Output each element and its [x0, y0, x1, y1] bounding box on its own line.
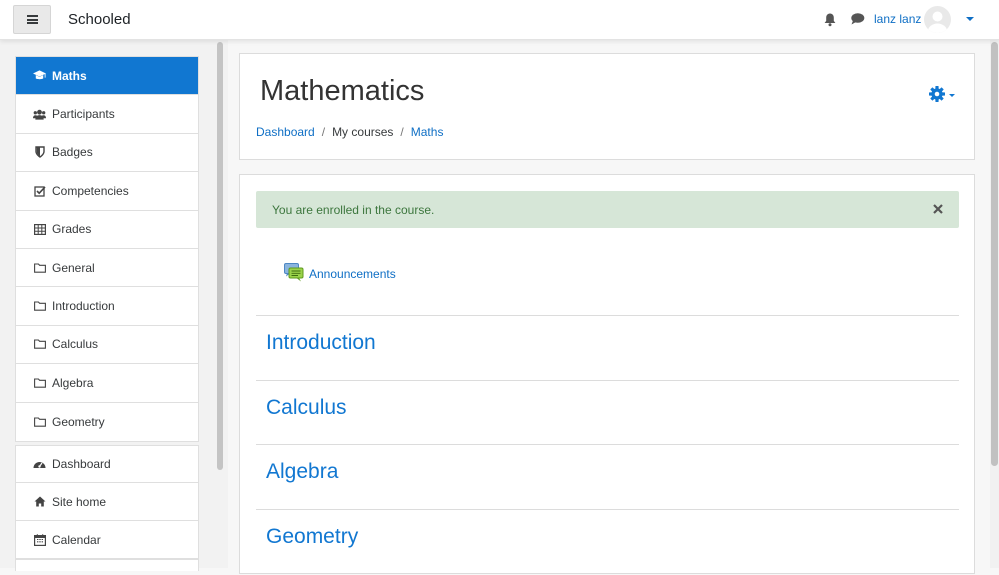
course-settings-button[interactable] [929, 85, 959, 103]
user-menu-name[interactable]: lanz lanz [874, 12, 921, 26]
breadcrumb: Dashboard / My courses / Maths [256, 125, 443, 139]
folder-icon [33, 416, 46, 428]
enrolment-alert: You are enrolled in the course. [256, 191, 959, 228]
course-nav-group: Maths Participants Badges Competencies G… [15, 56, 199, 442]
folder-icon [33, 300, 46, 312]
breadcrumb-maths[interactable]: Maths [411, 125, 444, 139]
forum-icon [284, 263, 304, 282]
nav-item-partial [16, 559, 198, 571]
drawer-toggle-button[interactable] [13, 5, 51, 34]
nav-item-label: Dashboard [52, 457, 111, 471]
nav-item-label: General [52, 260, 95, 275]
folder-icon [33, 262, 46, 274]
course-section: Algebra [256, 444, 959, 509]
avatar[interactable] [924, 6, 951, 33]
nav-item-calendar[interactable]: Calendar [16, 521, 198, 559]
section-title-introduction[interactable]: Introduction [266, 331, 376, 355]
nav-item-calculus[interactable]: Calculus [16, 326, 198, 365]
folder-icon [33, 377, 46, 389]
nav-item-label: Calendar [52, 532, 101, 547]
nav-item-general[interactable]: General [16, 249, 198, 288]
page-header-card: Mathematics Dashboard / My courses / Mat… [239, 53, 975, 160]
nav-item-label: Maths [52, 68, 87, 83]
page-title: Mathematics [260, 75, 425, 107]
section-title-algebra[interactable]: Algebra [266, 460, 338, 484]
breadcrumb-dashboard[interactable]: Dashboard [256, 125, 315, 139]
nav-item-label: Geometry [52, 414, 105, 429]
folder-icon [33, 338, 46, 350]
nav-item-label: Participants [52, 107, 115, 122]
nav-item-dashboard[interactable]: Dashboard [16, 446, 198, 483]
close-icon[interactable] [932, 203, 944, 215]
bell-icon[interactable] [823, 12, 837, 27]
check-square-icon [33, 185, 46, 197]
breadcrumb-separator: / [321, 125, 326, 139]
site-name[interactable]: Schooled [68, 11, 131, 28]
nav-item-algebra[interactable]: Algebra [16, 364, 198, 403]
course-section: Introduction [256, 315, 959, 380]
users-icon [33, 108, 46, 120]
nav-item-introduction[interactable]: Introduction [16, 287, 198, 326]
drawer-scrollbar[interactable] [217, 42, 223, 470]
nav-drawer: Maths Participants Badges Competencies G… [0, 40, 228, 571]
page-scrollbar[interactable] [990, 40, 999, 568]
nav-item-geometry[interactable]: Geometry [16, 403, 198, 441]
nav-item-label: Badges [52, 145, 93, 160]
nav-item-label: Site home [52, 494, 107, 509]
course-section: Calculus [256, 380, 959, 444]
course-section: Geometry [256, 509, 959, 575]
nav-item-label: Introduction [52, 299, 115, 314]
dashboard-icon [33, 458, 46, 470]
top-navbar: Schooled lanz lanz [0, 0, 999, 40]
caret-down-icon[interactable] [966, 17, 974, 21]
nav-item-maths[interactable]: Maths [16, 57, 198, 96]
chat-icon[interactable] [850, 12, 865, 26]
alert-message: You are enrolled in the course. [272, 203, 435, 217]
nav-item-label: Competencies [52, 183, 129, 198]
menu-icon [26, 15, 38, 24]
page-scrollbar-thumb[interactable] [991, 42, 998, 466]
avatar-icon [928, 11, 947, 33]
announcements-link[interactable]: Announcements [309, 267, 396, 281]
nav-item-label: Grades [52, 222, 92, 237]
nav-item-grades[interactable]: Grades [16, 211, 198, 249]
activity-announcements: Announcements [284, 263, 396, 282]
calendar-icon [33, 533, 46, 546]
breadcrumb-my-courses: My courses [332, 125, 394, 139]
nav-item-site-home[interactable]: Site home [16, 483, 198, 521]
table-icon [33, 223, 46, 235]
nav-item-participants[interactable]: Participants [16, 95, 198, 134]
home-icon [33, 496, 46, 508]
nav-item-badges[interactable]: Badges [16, 134, 198, 173]
section-title-geometry[interactable]: Geometry [266, 525, 358, 549]
course-content-card: You are enrolled in the course. Announce… [239, 174, 975, 574]
section-title-calculus[interactable]: Calculus [266, 396, 347, 420]
nav-item-label: Calculus [52, 337, 99, 352]
shield-icon [33, 146, 46, 159]
nav-item-competencies[interactable]: Competencies [16, 172, 198, 211]
graduation-cap-icon [33, 70, 46, 82]
nav-item-label: Algebra [52, 375, 94, 390]
breadcrumb-separator: / [400, 125, 404, 139]
gear-icon [929, 86, 955, 102]
site-nav-group: Dashboard Site home Calendar [15, 445, 199, 571]
